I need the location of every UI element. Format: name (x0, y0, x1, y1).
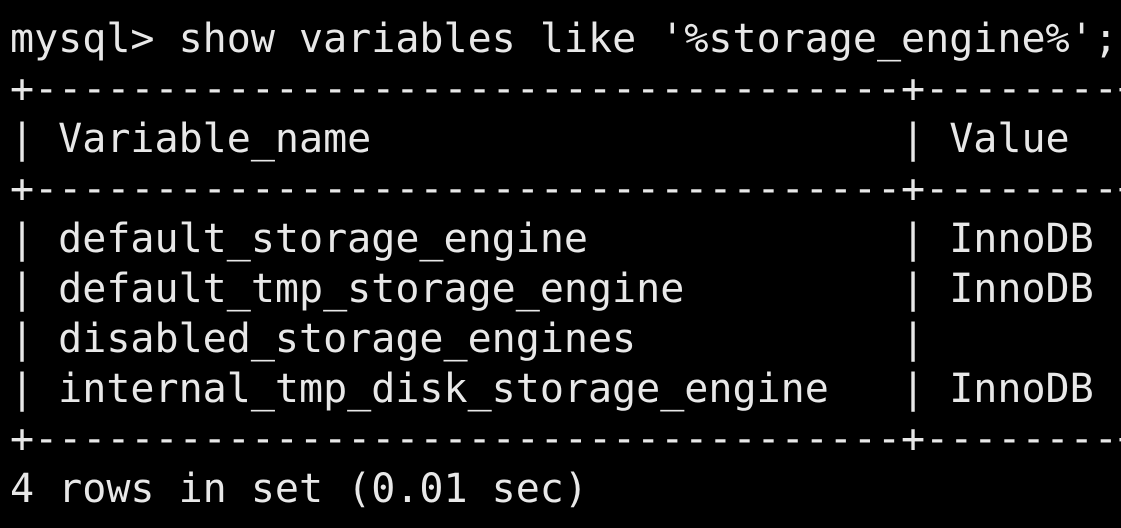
table-border-top: +------------------------------------+--… (10, 66, 1121, 112)
cell-value: InnoDB (949, 366, 1094, 412)
column-header-value: Value (949, 116, 1070, 162)
table-row: | default_tmp_storage_engine | InnoDB | (10, 266, 1121, 312)
command-text: show variables like '%storage_engine%'; (178, 16, 1118, 62)
column-header-variable-name: Variable_name (58, 116, 372, 162)
terminal-window[interactable]: mysql> show variables like '%storage_eng… (0, 0, 1121, 528)
table-border-bottom: +------------------------------------+--… (10, 416, 1121, 462)
command-line: mysql> show variables like '%storage_eng… (10, 14, 1121, 64)
table-border-header: +------------------------------------+--… (10, 166, 1121, 212)
cell-variable-name: default_storage_engine (58, 216, 588, 262)
table-header-row: | Variable_name | Value | (10, 116, 1121, 162)
cell-variable-name: disabled_storage_engines (58, 316, 637, 362)
table-row: | default_storage_engine | InnoDB | (10, 216, 1121, 262)
cell-variable-name: internal_tmp_disk_storage_engine (58, 366, 829, 412)
cell-variable-name: default_tmp_storage_engine (58, 266, 685, 312)
result-footer: 4 rows in set (0.01 sec) (10, 466, 588, 512)
table-row: | internal_tmp_disk_storage_engine | Inn… (10, 366, 1121, 412)
cell-value: InnoDB (949, 266, 1094, 312)
mysql-prompt: mysql> (10, 16, 155, 62)
table-row: | disabled_storage_engines | | (10, 316, 1121, 362)
cell-value: InnoDB (949, 216, 1094, 262)
